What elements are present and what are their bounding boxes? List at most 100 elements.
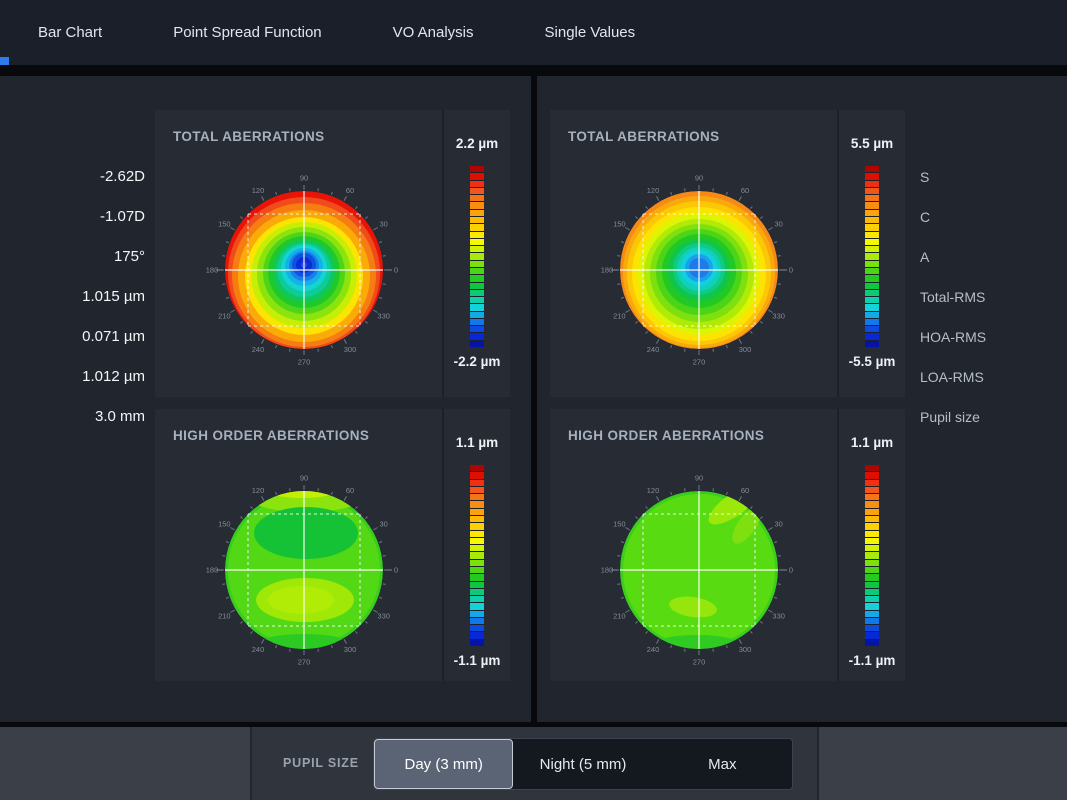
scale-max-label: 1.1 µm bbox=[839, 435, 905, 450]
svg-text:60: 60 bbox=[741, 486, 749, 495]
colorbar bbox=[470, 166, 484, 347]
colorbar bbox=[865, 166, 879, 347]
scale-min-label: -1.1 µm bbox=[444, 653, 510, 668]
colorbar bbox=[865, 465, 879, 646]
svg-text:120: 120 bbox=[647, 186, 660, 195]
svg-text:60: 60 bbox=[346, 186, 354, 195]
pupil-day-button[interactable]: Day (3 mm) bbox=[374, 739, 513, 789]
svg-text:330: 330 bbox=[377, 612, 390, 621]
svg-text:0: 0 bbox=[789, 266, 793, 275]
metric-label-total-rms: Total-RMS bbox=[920, 277, 1060, 317]
aberration-heatmap: 0 30 60 90 120 150 180 210 240 270 300 330 bbox=[550, 110, 836, 397]
tab-single-values[interactable]: Single Values bbox=[545, 24, 636, 41]
svg-text:180: 180 bbox=[601, 266, 614, 275]
pupil-max-button[interactable]: Max bbox=[653, 739, 792, 789]
svg-text:210: 210 bbox=[613, 312, 626, 321]
svg-text:90: 90 bbox=[695, 174, 703, 183]
top-divider bbox=[0, 65, 1067, 76]
svg-text:180: 180 bbox=[206, 266, 219, 275]
tab-vo-analysis[interactable]: VO Analysis bbox=[393, 24, 474, 41]
svg-text:270: 270 bbox=[298, 658, 311, 667]
panel-total-aberrations-left: TOTAL ABERRATIONS 0306090120150180210240… bbox=[155, 110, 510, 397]
svg-text:270: 270 bbox=[298, 358, 311, 367]
svg-text:0: 0 bbox=[789, 566, 793, 575]
svg-text:30: 30 bbox=[380, 520, 388, 529]
svg-text:300: 300 bbox=[344, 645, 357, 654]
aberration-heatmap: 0306090120150180210240270300330 bbox=[550, 409, 836, 681]
svg-text:180: 180 bbox=[601, 566, 614, 575]
aberration-heatmap: 0306090120150180210240270300330 bbox=[155, 409, 441, 681]
svg-text:150: 150 bbox=[218, 520, 231, 529]
svg-text:300: 300 bbox=[739, 645, 752, 654]
aberration-heatmap: 0306090120150180210240270300330 bbox=[155, 110, 441, 397]
scale-max-label: 5.5 µm bbox=[839, 136, 905, 151]
svg-text:150: 150 bbox=[613, 220, 626, 229]
svg-text:240: 240 bbox=[647, 645, 660, 654]
svg-text:120: 120 bbox=[252, 486, 265, 495]
metric-label-a: A bbox=[920, 237, 1060, 277]
svg-text:210: 210 bbox=[613, 612, 626, 621]
panel-title: TOTAL ABERRATIONS bbox=[568, 129, 720, 144]
tab-point-spread-function[interactable]: Point Spread Function bbox=[173, 24, 321, 41]
metric-value-total-rms: 1.015 µm bbox=[0, 277, 145, 317]
metric-value-pupil-size: 3.0 mm bbox=[0, 397, 145, 437]
colorbar-column: 5.5 µm -5.5 µm bbox=[837, 110, 905, 397]
svg-text:270: 270 bbox=[693, 358, 706, 367]
colorbar-column: 2.2 µm -2.2 µm bbox=[442, 110, 510, 397]
svg-text:150: 150 bbox=[218, 220, 231, 229]
svg-text:0: 0 bbox=[394, 566, 398, 575]
metric-value-s: -2.62D bbox=[0, 157, 145, 197]
svg-text:150: 150 bbox=[613, 520, 626, 529]
pupil-size-section: PUPIL SIZE Day (3 mm) Night (5 mm) Max bbox=[250, 727, 819, 800]
measurement-values-column: -2.62D -1.07D 175° 1.015 µm 0.071 µm 1.0… bbox=[0, 157, 145, 437]
scale-max-label: 2.2 µm bbox=[444, 136, 510, 151]
bottom-bar: PUPIL SIZE Day (3 mm) Night (5 mm) Max bbox=[0, 727, 1067, 800]
svg-text:300: 300 bbox=[344, 345, 357, 354]
metric-value-a: 175° bbox=[0, 237, 145, 277]
panel-title: HIGH ORDER ABERRATIONS bbox=[173, 428, 369, 443]
svg-text:30: 30 bbox=[775, 220, 783, 229]
panel-title: HIGH ORDER ABERRATIONS bbox=[568, 428, 764, 443]
tab-bar-chart[interactable]: Bar Chart bbox=[38, 24, 102, 41]
metric-label-loa-rms: LOA-RMS bbox=[920, 357, 1060, 397]
svg-text:90: 90 bbox=[300, 474, 308, 483]
colorbar-column: 1.1 µm -1.1 µm bbox=[837, 409, 905, 681]
pupil-size-label: PUPIL SIZE bbox=[283, 727, 359, 800]
scale-min-label: -2.2 µm bbox=[444, 354, 510, 369]
svg-text:210: 210 bbox=[218, 312, 231, 321]
svg-text:240: 240 bbox=[252, 645, 265, 654]
svg-text:60: 60 bbox=[741, 186, 749, 195]
metric-label-pupil-size: Pupil size bbox=[920, 397, 1060, 437]
svg-text:180: 180 bbox=[206, 566, 219, 575]
scale-max-label: 1.1 µm bbox=[444, 435, 510, 450]
panel-high-order-aberrations-left: HIGH ORDER ABERRATIONS 0 30 60 90 120 150 180 2… bbox=[155, 409, 510, 681]
svg-text:330: 330 bbox=[772, 312, 785, 321]
metric-value-loa-rms: 1.012 µm bbox=[0, 357, 145, 397]
svg-text:240: 240 bbox=[647, 345, 660, 354]
scale-min-label: -1.1 µm bbox=[839, 653, 905, 668]
measurement-labels-column: S C A Total-RMS HOA-RMS LOA-RMS Pupil si… bbox=[920, 157, 1060, 437]
panel-high-order-aberrations-right: HIGH ORDER ABERRATIONS 0 30 60 90 120 150 180 2… bbox=[550, 409, 905, 681]
svg-text:240: 240 bbox=[252, 345, 265, 354]
metric-label-hoa-rms: HOA-RMS bbox=[920, 317, 1060, 357]
panel-total-aberrations-right: TOTAL ABERRATIONS 0 30 60 90 120 150 180 210 240… bbox=[550, 110, 905, 397]
pupil-size-toggle: Day (3 mm) Night (5 mm) Max bbox=[373, 738, 793, 790]
metric-value-c: -1.07D bbox=[0, 197, 145, 237]
svg-text:330: 330 bbox=[772, 612, 785, 621]
active-tab-indicator bbox=[0, 57, 9, 65]
svg-text:330: 330 bbox=[377, 312, 390, 321]
svg-text:30: 30 bbox=[775, 520, 783, 529]
svg-text:90: 90 bbox=[695, 474, 703, 483]
svg-text:300: 300 bbox=[739, 345, 752, 354]
svg-text:120: 120 bbox=[252, 186, 265, 195]
metric-label-s: S bbox=[920, 157, 1060, 197]
pupil-night-button[interactable]: Night (5 mm) bbox=[513, 739, 652, 789]
svg-text:60: 60 bbox=[346, 486, 354, 495]
colorbar bbox=[470, 465, 484, 646]
svg-text:0: 0 bbox=[394, 266, 398, 275]
panel-title: TOTAL ABERRATIONS bbox=[173, 129, 325, 144]
top-nav: Bar Chart Point Spread Function VO Analy… bbox=[0, 0, 1067, 65]
svg-text:90: 90 bbox=[300, 174, 308, 183]
svg-text:120: 120 bbox=[647, 486, 660, 495]
center-divider bbox=[531, 76, 537, 722]
